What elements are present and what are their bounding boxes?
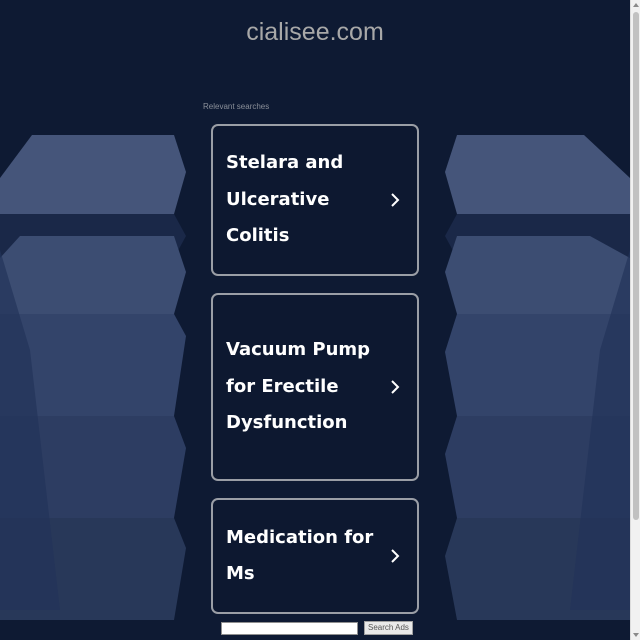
search-link-label: Vacuum Pump for Erectile Dysfunction xyxy=(226,339,371,434)
chevron-right-icon xyxy=(383,379,407,395)
vertical-scrollbar[interactable] xyxy=(630,0,640,640)
search-bar: Search Ads xyxy=(221,621,413,635)
search-link-vacuum-pump[interactable]: Vacuum Pump for Erectile Dysfunction xyxy=(211,293,419,481)
search-link-stelara[interactable]: Stelara and Ulcerative Colitis xyxy=(211,124,419,276)
domain-title[interactable]: cialisee.com xyxy=(0,18,630,47)
search-link-medication-ms[interactable]: Medication for Ms xyxy=(211,498,419,614)
chevron-right-icon xyxy=(383,548,407,564)
chevron-right-icon xyxy=(383,192,407,208)
search-link-label: Stelara and Ulcerative Colitis xyxy=(226,152,344,247)
scrollbar-thumb[interactable] xyxy=(633,12,639,520)
search-ads-button[interactable]: Search Ads xyxy=(364,621,413,635)
arrow-up-icon[interactable] xyxy=(632,1,640,9)
parked-domain-page: cialisee.com Relevant searches Stelara a… xyxy=(0,0,640,640)
search-link-label: Medication for Ms xyxy=(226,526,374,585)
arrow-down-icon[interactable] xyxy=(632,631,640,639)
search-input[interactable] xyxy=(221,621,358,635)
relevant-searches-label: Relevant searches xyxy=(203,102,270,111)
